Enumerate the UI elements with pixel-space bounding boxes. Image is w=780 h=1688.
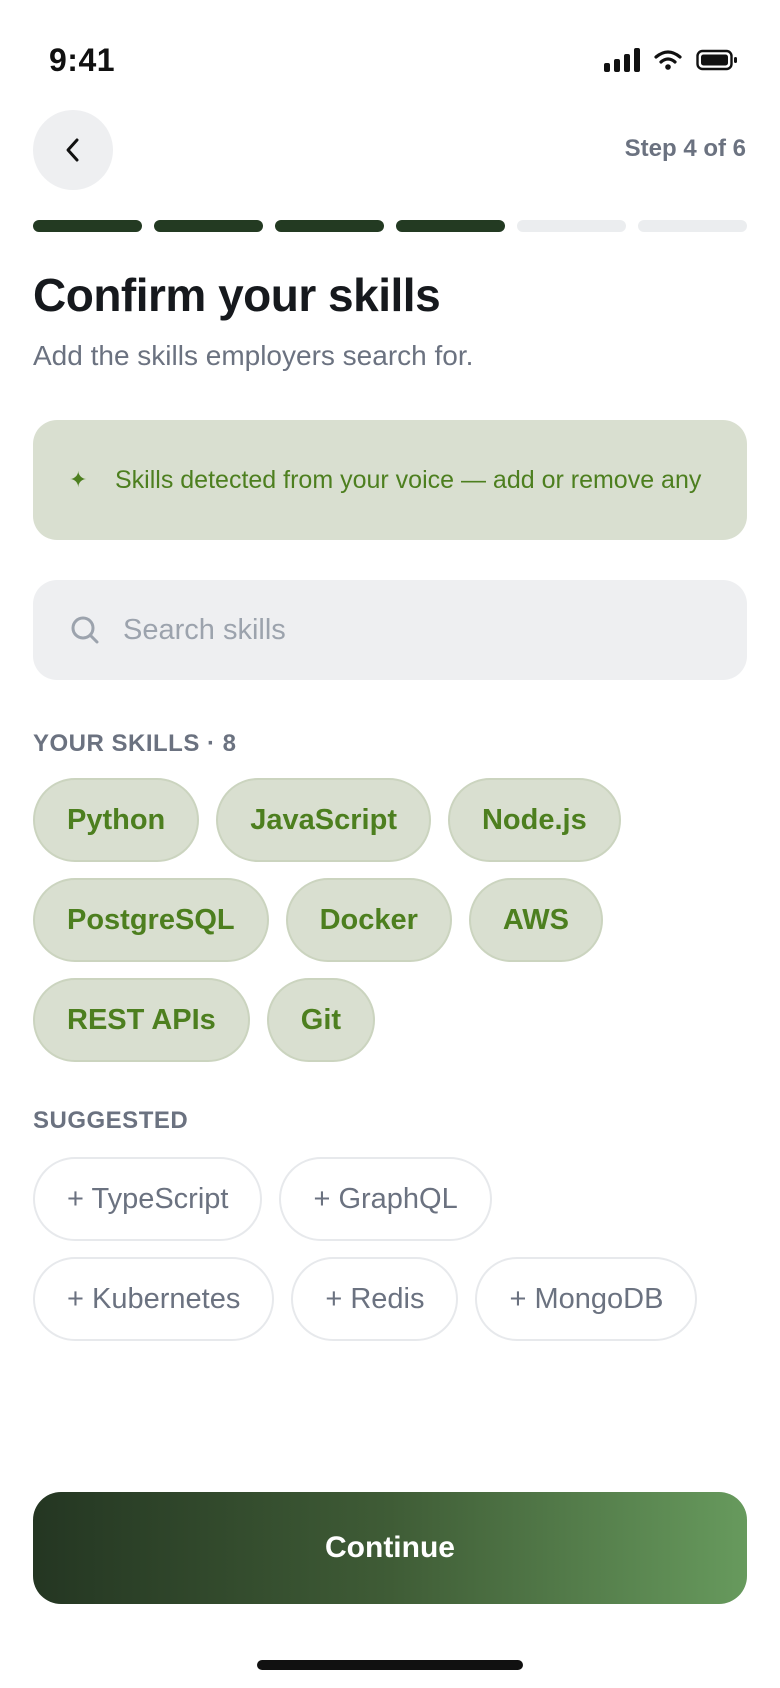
progress-segment xyxy=(154,220,263,232)
skills-detected-banner: ✦ Skills detected from your voice — add … xyxy=(33,420,747,540)
wifi-icon xyxy=(654,50,682,70)
status-time: 9:41 xyxy=(49,42,116,78)
back-button[interactable] xyxy=(33,110,113,190)
suggested-label: SUGGESTED xyxy=(33,1107,189,1134)
skill-chip[interactable]: Docker xyxy=(285,878,452,962)
skill-chip[interactable]: Python xyxy=(33,778,200,862)
status-bar: 9:41 xyxy=(0,0,780,100)
your-skills-chips: Python JavaScript Node.js PostgreSQL Docker A… xyxy=(33,778,747,1062)
step-indicator: Step 4 of 6 xyxy=(624,135,746,162)
progress-segment xyxy=(33,220,142,232)
skill-chip[interactable]: JavaScript xyxy=(216,778,431,862)
skill-chip[interactable]: Git xyxy=(266,978,376,1062)
progress-segment xyxy=(275,220,384,232)
suggested-chips: + TypeScript + GraphQL + Kubernetes + Redis… xyxy=(33,1157,747,1341)
battery-icon xyxy=(696,49,737,71)
sparkle-icon: ✦ xyxy=(69,467,88,492)
suggested-skill-chip[interactable]: + GraphQL xyxy=(279,1157,492,1241)
suggested-skill-chip[interactable]: + TypeScript xyxy=(33,1157,263,1241)
skill-chip[interactable]: PostgreSQL xyxy=(33,878,269,962)
progress-segment xyxy=(396,220,505,232)
page-title: Confirm your skills xyxy=(33,269,441,321)
skill-chip[interactable]: REST APIs xyxy=(33,978,250,1062)
page-subtitle: Add the skills employers search for. xyxy=(33,340,474,371)
skill-chip[interactable]: AWS xyxy=(468,878,603,962)
suggested-skill-chip[interactable]: + Kubernetes xyxy=(33,1257,275,1341)
suggested-skill-chip[interactable]: + MongoDB xyxy=(475,1257,698,1341)
skill-chip[interactable]: Node.js xyxy=(447,778,621,862)
search-icon xyxy=(71,616,99,644)
search-input[interactable] xyxy=(123,613,683,647)
progress-segment xyxy=(517,220,626,232)
chevron-left-icon xyxy=(66,138,79,162)
progress-bar xyxy=(33,220,747,232)
continue-button[interactable]: Continue xyxy=(33,1492,747,1604)
suggested-skill-chip[interactable]: + Redis xyxy=(291,1257,459,1341)
progress-segment xyxy=(638,220,747,232)
search-bar[interactable] xyxy=(33,580,747,680)
status-icons xyxy=(604,48,738,72)
banner-text: Skills detected from your voice — add or… xyxy=(115,466,702,494)
your-skills-label: YOUR SKILLS · 8 xyxy=(33,730,237,757)
cellular-signal-icon xyxy=(604,48,640,72)
home-indicator xyxy=(257,1660,523,1670)
